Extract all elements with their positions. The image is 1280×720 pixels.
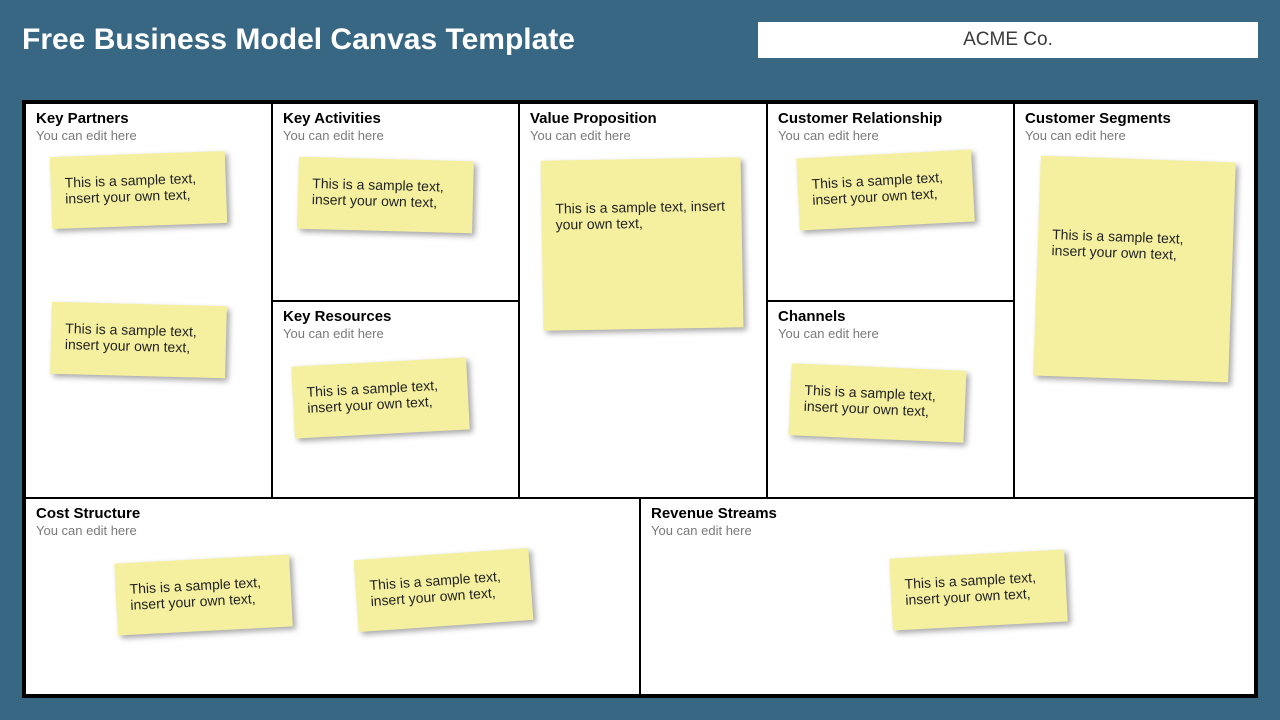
- section-title: Value Proposition: [530, 110, 756, 127]
- section-title: Customer Segments: [1025, 110, 1244, 127]
- section-channels[interactable]: Channels You can edit here This is a sam…: [767, 301, 1014, 498]
- section-key-partners[interactable]: Key Partners You can edit here This is a…: [25, 103, 272, 498]
- section-edit-hint: You can edit here: [283, 128, 508, 143]
- sticky-note[interactable]: This is a sample text, insert your own t…: [50, 302, 227, 379]
- section-edit-hint: You can edit here: [778, 128, 1003, 143]
- section-customer-segments[interactable]: Customer Segments You can edit here This…: [1014, 103, 1255, 498]
- sticky-note[interactable]: This is a sample text, insert your own t…: [1033, 156, 1236, 383]
- section-title: Key Resources: [283, 308, 508, 325]
- business-model-canvas: Key Partners You can edit here This is a…: [22, 100, 1258, 698]
- section-edit-hint: You can edit here: [283, 326, 508, 341]
- section-key-activities[interactable]: Key Activities You can edit here This is…: [272, 103, 519, 301]
- sticky-note[interactable]: This is a sample text, insert your own t…: [114, 554, 293, 635]
- section-value-proposition[interactable]: Value Proposition You can edit here This…: [519, 103, 767, 498]
- section-customer-relationship[interactable]: Customer Relationship You can edit here …: [767, 103, 1014, 301]
- section-edit-hint: You can edit here: [778, 326, 1003, 341]
- section-edit-hint: You can edit here: [530, 128, 756, 143]
- sticky-note[interactable]: This is a sample text, insert your own t…: [796, 149, 975, 230]
- section-title: Channels: [778, 308, 1003, 325]
- section-edit-hint: You can edit here: [36, 128, 261, 143]
- section-title: Revenue Streams: [651, 505, 1244, 522]
- section-edit-hint: You can edit here: [651, 523, 1244, 538]
- section-cost-structure[interactable]: Cost Structure You can edit here This is…: [25, 498, 640, 695]
- section-revenue-streams[interactable]: Revenue Streams You can edit here This i…: [640, 498, 1255, 695]
- section-title: Key Activities: [283, 110, 508, 127]
- section-title: Cost Structure: [36, 505, 629, 522]
- company-name-box[interactable]: ACME Co.: [758, 22, 1258, 58]
- sticky-note[interactable]: This is a sample text, insert your own t…: [50, 151, 227, 229]
- sticky-note[interactable]: This is a sample text, insert your own t…: [789, 363, 967, 443]
- page-title: Free Business Model Canvas Template: [22, 23, 575, 57]
- section-key-resources[interactable]: Key Resources You can edit here This is …: [272, 301, 519, 498]
- section-edit-hint: You can edit here: [1025, 128, 1244, 143]
- section-title: Customer Relationship: [778, 110, 1003, 127]
- sticky-note[interactable]: This is a sample text, insert your own t…: [889, 549, 1068, 630]
- sticky-note[interactable]: This is a sample text, insert your own t…: [541, 157, 744, 330]
- section-edit-hint: You can edit here: [36, 523, 629, 538]
- section-title: Key Partners: [36, 110, 261, 127]
- sticky-note[interactable]: This is a sample text, insert your own t…: [354, 548, 534, 632]
- sticky-note[interactable]: This is a sample text, insert your own t…: [297, 157, 474, 234]
- sticky-note[interactable]: This is a sample text, insert your own t…: [291, 357, 470, 438]
